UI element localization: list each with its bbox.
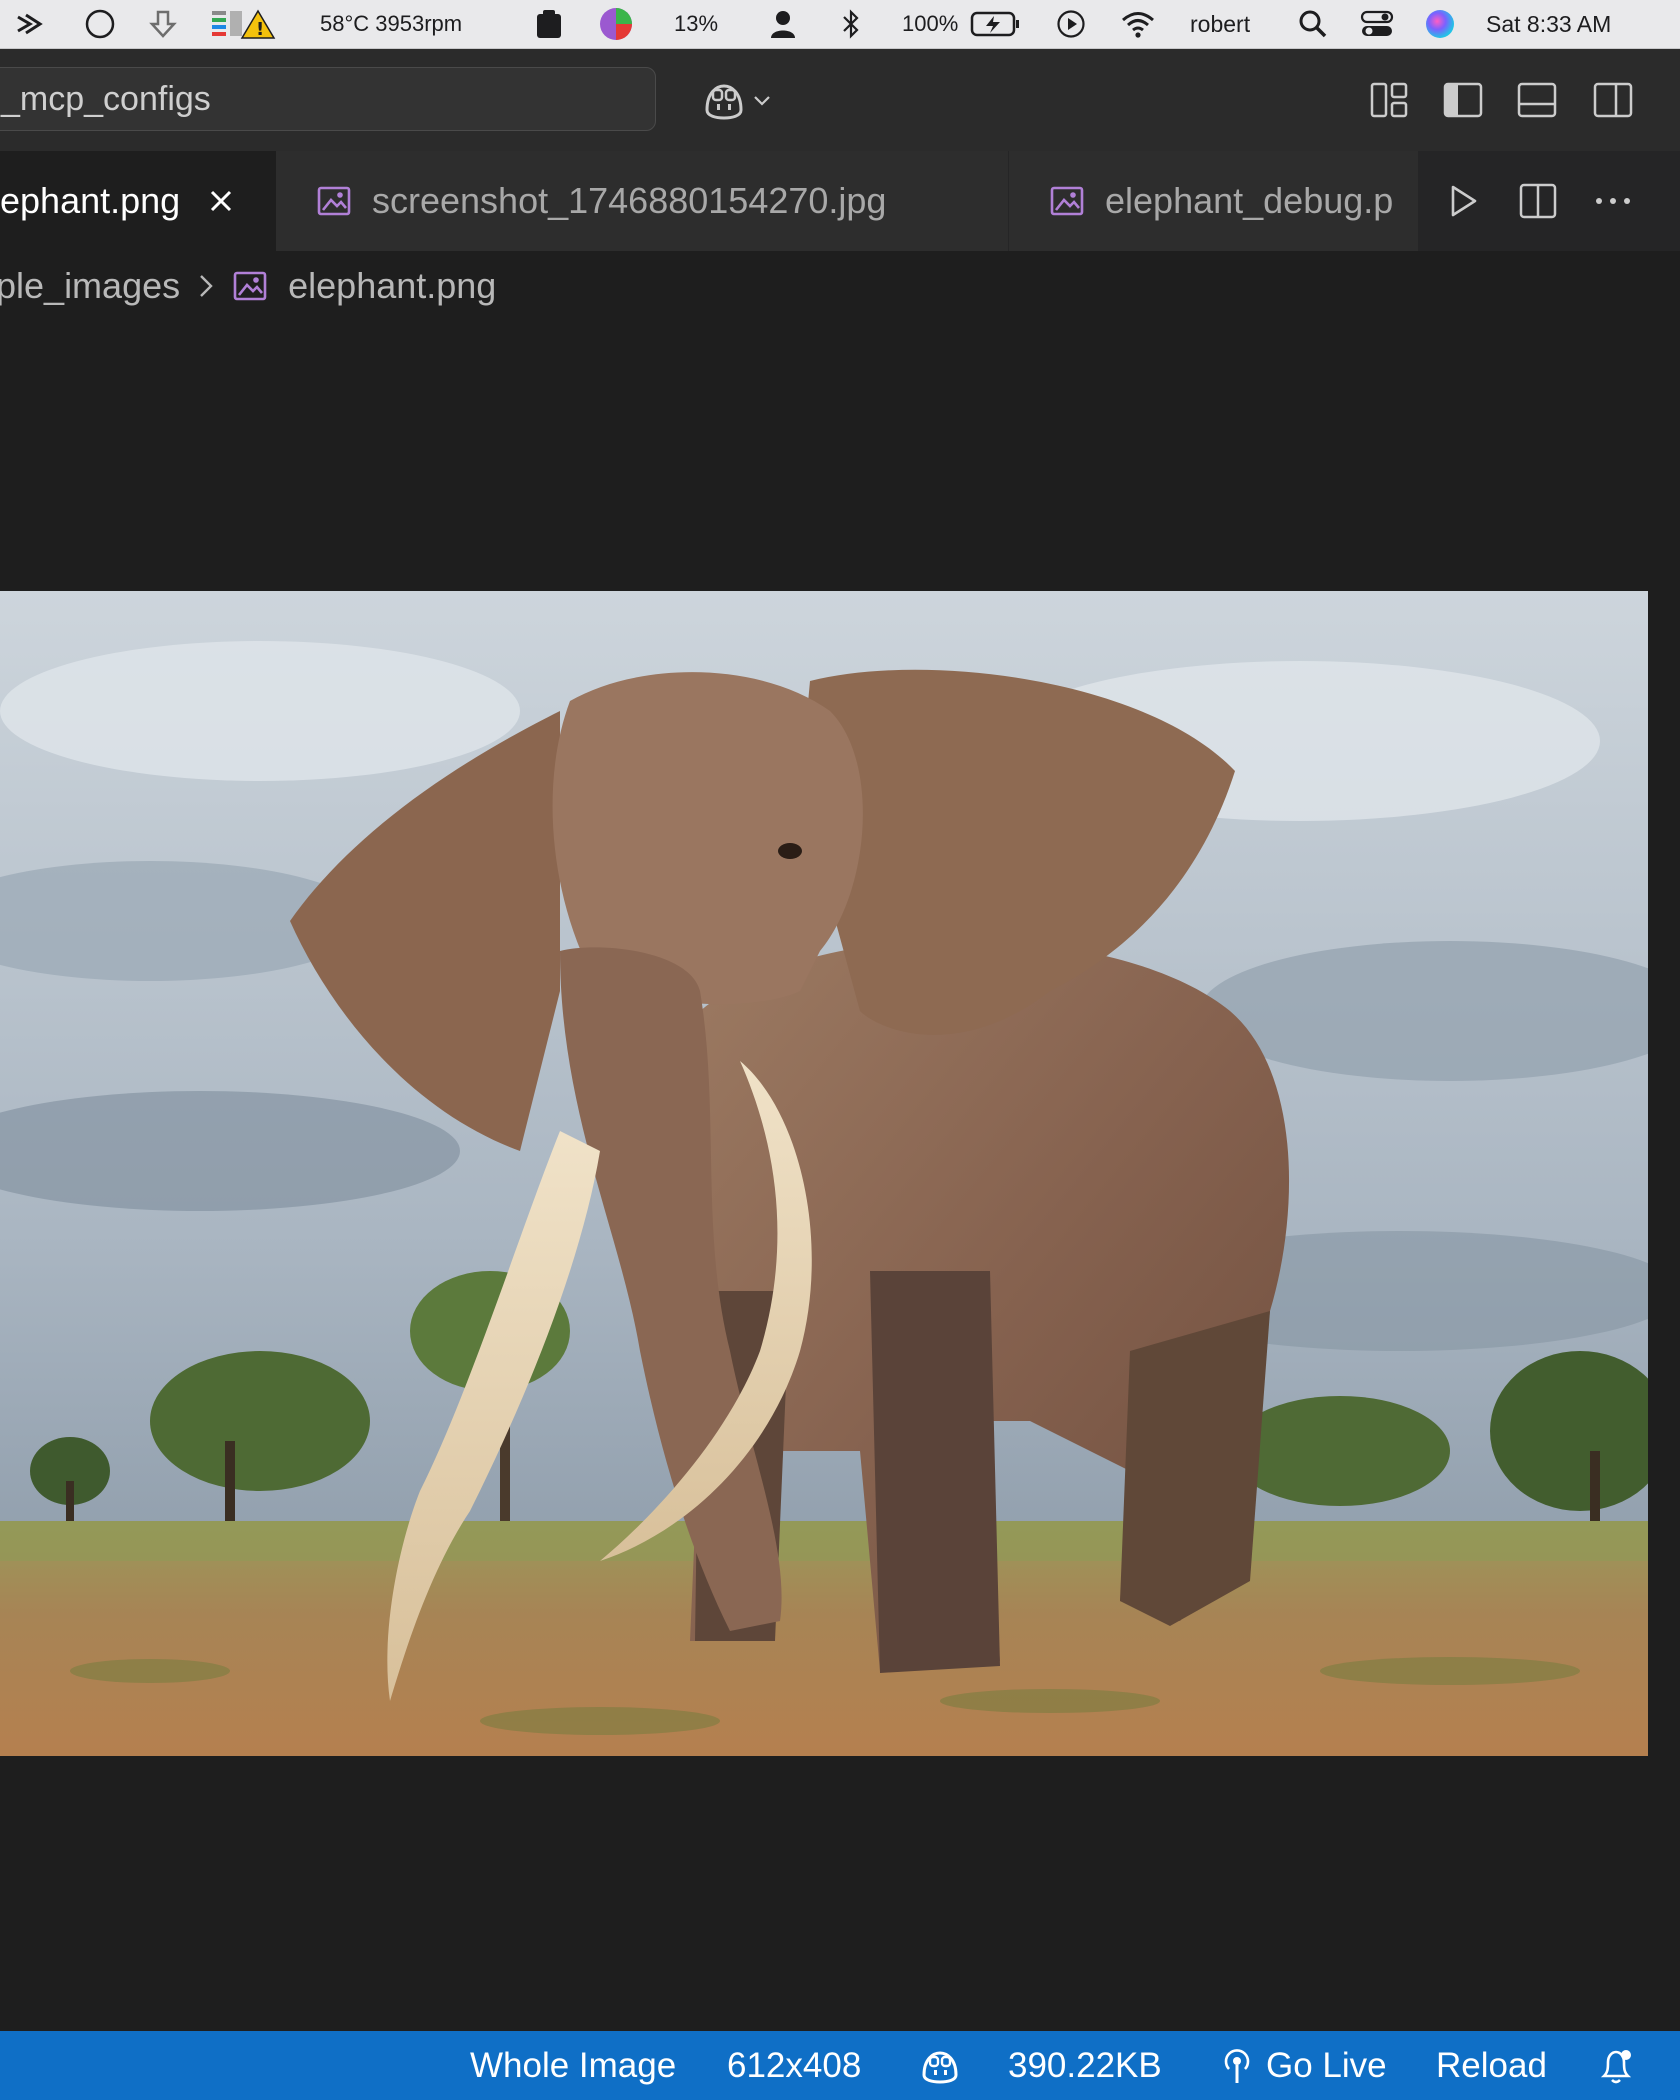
toggle-sidebar-icon bbox=[1443, 82, 1483, 118]
tab-label: screenshot_1746880154270.jpg bbox=[372, 180, 887, 221]
battery-percent[interactable]: 100% bbox=[902, 0, 958, 48]
app-glyph-icon[interactable] bbox=[12, 0, 48, 48]
image-dimensions: 612x408 bbox=[727, 2045, 862, 2085]
breadcrumb: ple_images elephant.png bbox=[0, 251, 496, 321]
image-preview[interactable] bbox=[0, 591, 1648, 1756]
bluetooth-icon[interactable] bbox=[840, 0, 862, 48]
chevron-down-icon bbox=[754, 96, 770, 106]
layout-icon bbox=[1370, 82, 1408, 118]
close-icon[interactable] bbox=[206, 186, 236, 216]
tab-label: elephant_debug.p bbox=[1105, 180, 1394, 221]
more-actions-button[interactable] bbox=[1588, 175, 1638, 227]
breadcrumb-folder[interactable]: ple_images bbox=[0, 265, 180, 307]
broadcast-icon bbox=[1220, 2047, 1254, 2085]
chevron-right-icon bbox=[198, 272, 214, 300]
go-live-button[interactable]: Go Live bbox=[1220, 2031, 1387, 2100]
toggle-primary-sidebar-button[interactable] bbox=[1438, 77, 1488, 123]
breadcrumb-file[interactable]: elephant.png bbox=[288, 265, 496, 307]
control-center-icon[interactable] bbox=[1360, 0, 1394, 48]
copilot-status-button[interactable] bbox=[920, 2031, 964, 2100]
bell-icon bbox=[1600, 2049, 1632, 2083]
spotlight-search-icon[interactable] bbox=[1298, 0, 1328, 48]
elephant-photo bbox=[0, 591, 1648, 1756]
command-center-search[interactable]: _mcp_configs bbox=[0, 67, 656, 131]
macos-menu-bar: ! 58°C 3953rpm 13% 100% robert Sat 8:33 … bbox=[0, 0, 1680, 49]
run-icon bbox=[1451, 185, 1477, 217]
split-editor-button[interactable] bbox=[1514, 175, 1562, 227]
cpu-percent[interactable]: 13% bbox=[674, 0, 718, 48]
download-arrow-icon[interactable] bbox=[148, 0, 178, 48]
zoom-level[interactable]: Whole Image bbox=[470, 2031, 676, 2100]
svg-text:!: ! bbox=[256, 19, 264, 40]
cpu-pie-icon[interactable] bbox=[598, 0, 634, 48]
go-live-label: Go Live bbox=[1266, 2045, 1387, 2085]
wifi-icon[interactable] bbox=[1120, 0, 1156, 48]
tab-elephant-debug[interactable]: elephant_debug.p bbox=[1009, 151, 1419, 251]
username-label[interactable]: robert bbox=[1190, 0, 1250, 48]
clock[interactable]: Sat 8:33 AM bbox=[1486, 0, 1611, 48]
copilot-menu-button[interactable] bbox=[692, 73, 782, 127]
run-button[interactable] bbox=[1440, 175, 1486, 227]
memory-stats-icon[interactable]: ! bbox=[210, 0, 276, 48]
toggle-panel-button[interactable] bbox=[1512, 77, 1562, 123]
tab-elephant-png[interactable]: ephant.png bbox=[0, 151, 276, 251]
customize-layout-button[interactable] bbox=[1364, 77, 1414, 123]
split-editor-icon bbox=[1519, 183, 1557, 219]
image-file-icon bbox=[316, 185, 352, 217]
reload-button[interactable]: Reload bbox=[1436, 2031, 1547, 2100]
now-playing-icon[interactable] bbox=[1056, 0, 1086, 48]
tab-screenshot[interactable]: screenshot_1746880154270.jpg bbox=[276, 151, 1009, 251]
copilot-icon bbox=[705, 84, 743, 120]
battery-icon[interactable] bbox=[970, 0, 1020, 48]
circle-status-icon[interactable] bbox=[84, 0, 116, 48]
more-actions-icon bbox=[1596, 198, 1630, 204]
notifications-button[interactable] bbox=[1596, 2031, 1636, 2100]
file-size: 390.22KB bbox=[1008, 2045, 1162, 2085]
user-icon[interactable] bbox=[770, 0, 796, 48]
sensor-readout[interactable]: 58°C 3953rpm bbox=[320, 0, 462, 48]
toggle-panel-icon bbox=[1517, 82, 1557, 118]
toggle-secondary-sidebar-icon bbox=[1593, 82, 1633, 118]
copilot-icon bbox=[922, 2050, 958, 2084]
toggle-secondary-sidebar-button[interactable] bbox=[1588, 77, 1638, 123]
siri-icon[interactable] bbox=[1424, 0, 1456, 48]
editor-tab-bar: ephant.png screenshot_1746880154270.jpg … bbox=[0, 151, 1680, 251]
vertical-scrollbar[interactable] bbox=[1666, 251, 1680, 2031]
tab-label: ephant.png bbox=[0, 180, 181, 221]
status-bar: Whole Image 612x408 390.22KB Go Live Rel… bbox=[0, 2031, 1680, 2100]
title-bar: _mcp_configs bbox=[0, 49, 1680, 151]
image-file-icon bbox=[232, 270, 268, 302]
image-file-icon bbox=[1049, 185, 1085, 217]
clipboard-icon[interactable] bbox=[534, 0, 564, 48]
